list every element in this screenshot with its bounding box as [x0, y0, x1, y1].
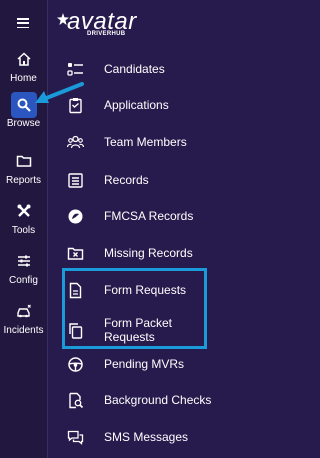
menu-item-sms-messages[interactable]: SMS Messages [66, 426, 188, 448]
brand-subtitle: DRIVERHUB [87, 31, 126, 37]
menu-label-team-members: Team Members [104, 135, 187, 149]
home-icon [14, 49, 34, 69]
menu-item-records[interactable]: Records [66, 169, 149, 191]
chat-icon [66, 428, 84, 446]
menu-item-missing-records[interactable]: Missing Records [66, 242, 193, 264]
highlight-box [62, 268, 207, 349]
menu-label-background-checks: Background Checks [104, 393, 212, 407]
menu-item-team-members[interactable]: Team Members [66, 131, 187, 153]
team-icon [66, 133, 84, 151]
menu-item-pending-mvrs[interactable]: Pending MVRs [66, 353, 184, 375]
side-rail: Home Browse Reports Tools Config Inciden… [0, 0, 48, 458]
search-document-icon [66, 391, 84, 409]
menu-item-candidates[interactable]: Candidates [66, 58, 165, 80]
rail-item-tools[interactable]: Tools [0, 201, 47, 241]
fmcsa-icon [66, 207, 84, 225]
rail-label-reports: Reports [5, 175, 41, 186]
hamburger-menu-icon[interactable] [17, 18, 29, 29]
list-icon [66, 60, 84, 78]
rail-item-incidents[interactable]: Incidents [0, 301, 47, 341]
menu-label-missing-records: Missing Records [104, 246, 193, 260]
menu-label-fmcsa-records: FMCSA Records [104, 209, 194, 223]
menu-label-candidates: Candidates [104, 62, 165, 76]
rail-label-incidents: Incidents [3, 325, 44, 336]
brand-logo[interactable]: avatar DRIVERHUB [57, 8, 177, 38]
tools-icon [14, 201, 34, 221]
rail-label-browse: Browse [6, 118, 41, 129]
rail-label-config: Config [9, 275, 38, 286]
menu-item-background-checks[interactable]: Background Checks [66, 389, 211, 411]
rail-label-tools: Tools [11, 225, 36, 236]
menu-label-sms-messages: SMS Messages [104, 430, 189, 444]
menu-label-pending-mvrs: Pending MVRs [104, 357, 185, 371]
records-icon [66, 171, 84, 189]
sliders-icon [14, 251, 34, 271]
rail-item-reports[interactable]: Reports [0, 151, 47, 191]
annotation-arrow-icon [35, 82, 84, 103]
rail-item-config[interactable]: Config [0, 251, 47, 291]
menu-item-fmcsa-records[interactable]: FMCSA Records [66, 205, 193, 227]
car-crash-icon [14, 301, 34, 321]
steering-wheel-icon [66, 355, 84, 373]
folder-icon [14, 151, 34, 171]
menu-label-records: Records [104, 173, 149, 187]
menu-label-applications: Applications [104, 98, 169, 112]
folder-x-icon [66, 244, 84, 262]
